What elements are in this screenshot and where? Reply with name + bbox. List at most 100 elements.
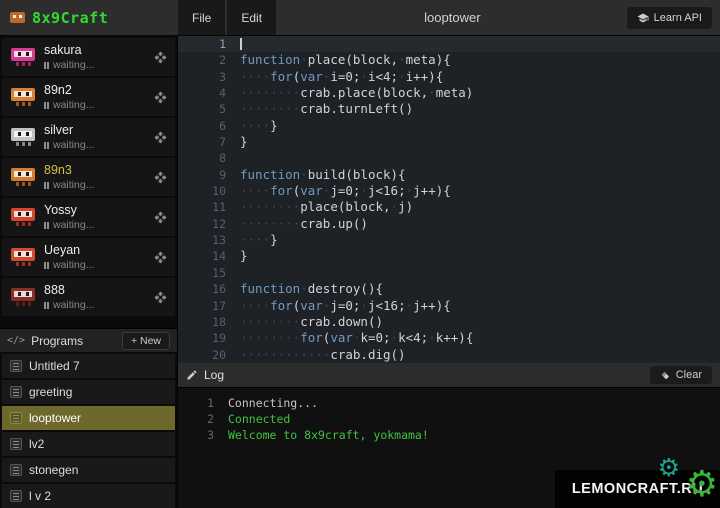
move-arrows-icon bbox=[154, 131, 167, 144]
player-row-silver[interactable]: silverwaiting... bbox=[2, 118, 175, 156]
code-line[interactable]: 5········crab.turnLeft() bbox=[178, 101, 720, 117]
player-row-Ueyan[interactable]: Ueyanwaiting... bbox=[2, 238, 175, 276]
player-row-sakura[interactable]: sakurawaiting... bbox=[2, 38, 175, 76]
player-row-Yossy[interactable]: Yossy waiting... bbox=[2, 198, 175, 236]
player-status: waiting... bbox=[44, 179, 146, 191]
player-row-89n2[interactable]: 89n2 waiting... bbox=[2, 78, 175, 116]
avatar-eye bbox=[26, 212, 29, 216]
avatar-body bbox=[11, 128, 35, 141]
code-text: ············crab.dig() bbox=[234, 347, 406, 363]
program-item-stonegen[interactable]: stonegen bbox=[2, 458, 175, 482]
code-line[interactable]: 3····for(var·i=0;·i<4;·i++){ bbox=[178, 69, 720, 85]
avatar-legs bbox=[16, 302, 31, 306]
player-info: 89n2 waiting... bbox=[44, 83, 146, 111]
menu-file[interactable]: File bbox=[178, 0, 227, 35]
move-handle[interactable] bbox=[154, 91, 167, 104]
player-status-text: waiting... bbox=[53, 299, 94, 311]
gear-icon: ⚙ bbox=[658, 455, 680, 480]
code-line[interactable]: 2function·place(block,·meta){ bbox=[178, 52, 720, 68]
avatar-face bbox=[14, 251, 32, 257]
line-number: 2 bbox=[178, 52, 234, 68]
avatar-face bbox=[14, 291, 32, 297]
program-item-untitled-7[interactable]: Untitled 7 bbox=[2, 354, 175, 378]
code-icon: </> bbox=[7, 335, 25, 346]
code-line[interactable]: 4········crab.place(block,·meta) bbox=[178, 85, 720, 101]
code-text: ········for(var·k=0;·k<4;·k++){ bbox=[234, 330, 473, 346]
new-program-button[interactable]: + New bbox=[122, 332, 170, 350]
code-line[interactable]: 16function·destroy(){ bbox=[178, 281, 720, 297]
player-name: 89n2 bbox=[44, 83, 146, 97]
code-text: function·destroy(){ bbox=[234, 281, 383, 297]
code-line[interactable]: 17····for(var·j=0;·j<16;·j++){ bbox=[178, 298, 720, 314]
move-handle[interactable] bbox=[154, 51, 167, 64]
program-item-l-v-2[interactable]: l v 2 bbox=[2, 484, 175, 508]
player-avatar bbox=[10, 48, 36, 66]
avatar-eye bbox=[26, 252, 29, 256]
line-number: 20 bbox=[178, 347, 234, 363]
pause-icon bbox=[44, 62, 49, 69]
code-line[interactable]: 14} bbox=[178, 248, 720, 264]
avatar-body bbox=[11, 168, 35, 181]
move-handle[interactable] bbox=[154, 131, 167, 144]
gear-icon: ⚙ bbox=[686, 467, 718, 503]
player-info: 888waiting... bbox=[44, 283, 146, 311]
code-line[interactable]: 6····} bbox=[178, 118, 720, 134]
code-line[interactable]: 18········crab.down() bbox=[178, 314, 720, 330]
learn-api-label: Learn API bbox=[654, 12, 702, 24]
code-line[interactable]: 20············crab.dig() bbox=[178, 347, 720, 363]
player-status-text: waiting... bbox=[53, 219, 94, 231]
player-status: waiting... bbox=[44, 259, 146, 271]
line-number: 1 bbox=[178, 36, 234, 52]
program-item-greeting[interactable]: greeting bbox=[2, 380, 175, 404]
avatar-legs bbox=[16, 62, 31, 66]
code-editor[interactable]: 12function·place(block,·meta){3····for(v… bbox=[178, 36, 720, 363]
player-name: Yossy bbox=[44, 203, 146, 217]
code-line[interactable]: 10····for(var·j=0;·j<16;·j++){ bbox=[178, 183, 720, 199]
clear-log-button[interactable]: Clear bbox=[650, 366, 712, 384]
code-line[interactable]: 7} bbox=[178, 134, 720, 150]
player-row-89n3[interactable]: 89n3 waiting... bbox=[2, 158, 175, 196]
code-text: ········place(block,·j) bbox=[234, 199, 413, 215]
app-logo: 8x9Craft bbox=[0, 9, 178, 27]
code-line[interactable]: 13····} bbox=[178, 232, 720, 248]
player-name: 89n3 bbox=[44, 163, 146, 177]
pause-icon bbox=[44, 222, 49, 229]
player-status: waiting... bbox=[44, 59, 146, 71]
program-item-lv2[interactable]: lv2 bbox=[2, 432, 175, 456]
program-item-looptower[interactable]: looptower bbox=[2, 406, 175, 430]
move-handle[interactable] bbox=[154, 171, 167, 184]
log-header: Log Clear bbox=[178, 363, 720, 388]
code-line[interactable]: 8 bbox=[178, 150, 720, 166]
move-handle[interactable] bbox=[154, 291, 167, 304]
player-info: silverwaiting... bbox=[44, 123, 146, 151]
watermark-text: LEMONCRAFT.RU bbox=[572, 481, 703, 497]
code-line[interactable]: 15 bbox=[178, 265, 720, 281]
log-line-number: 1 bbox=[178, 395, 228, 411]
line-number: 10 bbox=[178, 183, 234, 199]
code-line[interactable]: 19········for(var·k=0;·k<4;·k++){ bbox=[178, 330, 720, 346]
avatar-eye bbox=[26, 52, 29, 56]
menu-edit[interactable]: Edit bbox=[227, 0, 278, 35]
avatar-face bbox=[14, 51, 32, 57]
script-icon bbox=[10, 438, 22, 450]
move-handle[interactable] bbox=[154, 211, 167, 224]
line-number: 8 bbox=[178, 150, 234, 166]
player-list: sakurawaiting...89n2waiting...silverwait… bbox=[0, 36, 177, 328]
code-line[interactable]: 1 bbox=[178, 36, 720, 52]
avatar-face bbox=[14, 91, 32, 97]
player-status: waiting... bbox=[44, 99, 146, 111]
programs-header: </> Programs + New bbox=[0, 328, 177, 352]
player-row-888[interactable]: 888waiting... bbox=[2, 278, 175, 316]
move-handle[interactable] bbox=[154, 251, 167, 264]
code-text: ········crab.place(block,·meta) bbox=[234, 85, 473, 101]
script-icon bbox=[10, 464, 22, 476]
player-info: 89n3 waiting... bbox=[44, 163, 146, 191]
code-line[interactable]: 9function·build(block){ bbox=[178, 167, 720, 183]
avatar-eye bbox=[18, 172, 21, 176]
code-line[interactable]: 11········place(block,·j) bbox=[178, 199, 720, 215]
player-status-text: waiting... bbox=[53, 139, 94, 151]
player-avatar bbox=[10, 168, 36, 186]
script-icon bbox=[10, 386, 22, 398]
learn-api-button[interactable]: Learn API bbox=[627, 7, 712, 29]
code-line[interactable]: 12········crab.up() bbox=[178, 216, 720, 232]
